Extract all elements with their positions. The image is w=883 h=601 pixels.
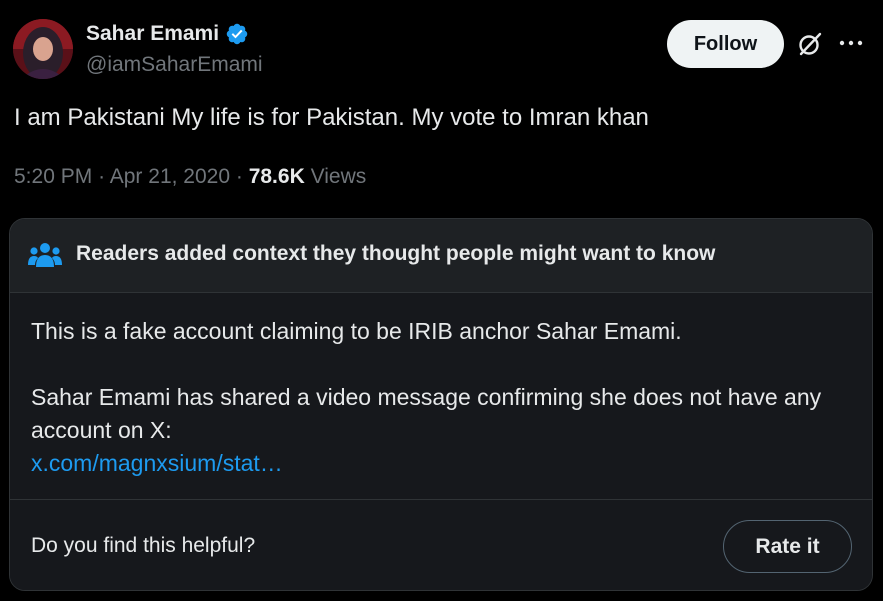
author-name[interactable]: Sahar Emami — [86, 22, 249, 46]
views-count: 78.6K — [248, 165, 305, 188]
community-note-title: Readers added context they thought peopl… — [76, 242, 716, 265]
community-note: Readers added context they thought peopl… — [9, 218, 873, 591]
helpful-question: Do you find this helpful? — [31, 534, 256, 557]
people-icon — [28, 243, 62, 267]
tweet: Sahar Emami @iamSaharEmami Follow I am P… — [0, 0, 883, 210]
community-note-body: This is a fake account claiming to be IR… — [31, 315, 861, 480]
community-note-header: Readers added context they thought peopl… — [10, 219, 872, 293]
note-paragraph: This is a fake account claiming to be IR… — [31, 318, 682, 344]
tweet-time[interactable]: 5:20 PM — [14, 165, 92, 188]
author-handle[interactable]: @iamSaharEmami — [86, 53, 263, 77]
grok-icon[interactable] — [796, 30, 824, 58]
meta-separator: · — [235, 165, 243, 188]
meta-separator: · — [98, 165, 106, 188]
tweet-text: I am Pakistani My life is for Pakistan. … — [14, 104, 649, 131]
verified-badge-icon — [226, 23, 248, 45]
avatar-image — [13, 19, 73, 79]
tweet-meta: 5:20 PM · Apr 21, 2020 · 78.6K Views — [14, 165, 366, 189]
note-source-link[interactable]: x.com/magnxsium/stat… — [31, 450, 283, 476]
tweet-date[interactable]: Apr 21, 2020 — [110, 165, 230, 188]
author-name-text[interactable]: Sahar Emami — [86, 22, 219, 46]
follow-button[interactable]: Follow — [667, 20, 784, 68]
more-options-icon[interactable] — [838, 30, 864, 56]
views-label: Views — [310, 165, 367, 188]
avatar[interactable] — [13, 19, 73, 79]
note-paragraph: Sahar Emami has shared a video message c… — [31, 384, 822, 443]
rate-it-button[interactable]: Rate it — [723, 520, 852, 573]
community-note-footer: Do you find this helpful? Rate it — [10, 499, 872, 590]
